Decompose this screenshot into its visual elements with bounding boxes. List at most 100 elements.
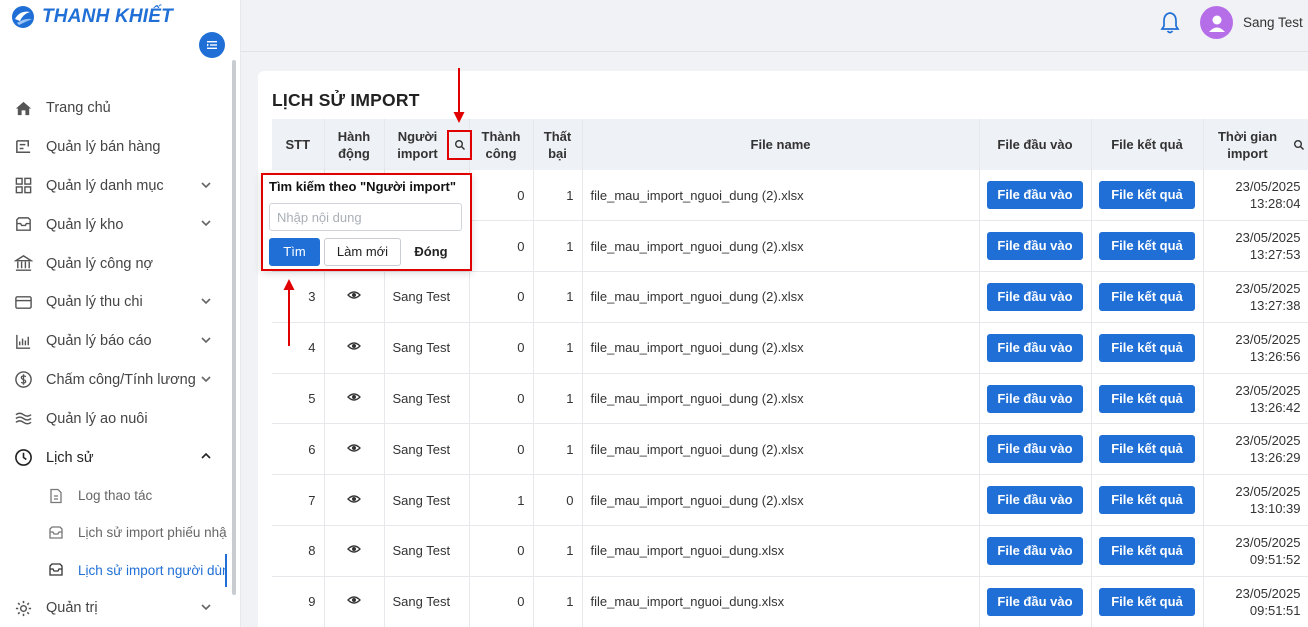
bell-icon[interactable] [1159,11,1181,35]
filter-search-input[interactable] [269,203,462,231]
cell-failed: 1 [533,373,583,425]
sidebar-item-warehouse[interactable]: Quản lý kho [0,205,240,244]
col-action: Hành động [324,119,385,170]
input-file-button[interactable]: File đầu vào [987,536,1083,565]
cell-import-time: 23/05/2025 13:26:29 [1203,423,1308,476]
sidebar-item-home[interactable]: Trang chủ [0,89,240,128]
sidebar-item-label: Quản trị [46,600,98,617]
chevron-down-icon [201,298,211,305]
sidebar-item-debt[interactable]: Quản lý công nợ [0,244,240,283]
result-file-button[interactable]: File kết quả [1099,181,1195,210]
sidebar-subitem-action-log[interactable]: Log thao tác [0,477,240,514]
sidebar-item-cashflow[interactable]: Quản lý thu chi [0,283,240,322]
result-file-button[interactable]: File kết quả [1099,232,1195,261]
input-file-button[interactable]: File đầu vào [987,384,1083,413]
cell-failed: 1 [533,525,583,577]
sidebar-collapse-button[interactable] [199,32,225,58]
annotation-arrow-up [283,279,295,346]
cell-result-file: File kết quả [1091,373,1204,425]
result-file-button[interactable]: File kết quả [1099,384,1195,413]
content-card: LỊCH SỬ IMPORT STT Hành động Người import … [258,71,1308,627]
input-file-button[interactable]: File đầu vào [987,333,1083,362]
eye-icon[interactable] [347,492,361,506]
result-file-button[interactable]: File kết quả [1099,587,1195,616]
logo-icon [12,6,34,28]
input-file-button[interactable]: File đầu vào [987,587,1083,616]
chevron-down-icon [201,182,211,188]
cell-input-file: File đầu vào [979,474,1092,527]
cell-file-name: file_mau_import_nguoi_dung.xlsx [582,576,980,627]
input-file-button[interactable]: File đầu vào [987,232,1083,261]
sidebar-item-label: Quản lý thu chi [46,294,143,311]
bank-icon [13,255,33,271]
sidebar-item-reports[interactable]: Quản lý báo cáo [0,322,240,361]
top-header: Sang Test [241,0,1308,52]
col-failed: Thất bại [533,119,583,170]
cell-file-name: file_mau_import_nguoi_dung (2).xlsx [582,474,980,527]
table-row: 5 Sang Test 0 1 file_mau_import_nguoi_dung (… [272,373,1308,425]
input-file-button[interactable]: File đầu vào [987,486,1083,515]
sidebar-item-catalog[interactable]: Quản lý danh mục [0,167,240,206]
eye-icon[interactable] [347,593,361,607]
cell-success: 0 [469,170,534,222]
sidebar-subitem-import-receipts[interactable]: Lịch sử import phiếu nhậ [0,514,240,551]
cell-success: 0 [469,373,534,425]
cell-importer: Sang Test [384,525,470,577]
result-file-button[interactable]: File kết quả [1099,282,1195,311]
cell-failed: 1 [533,576,583,627]
cell-importer: Sang Test [384,576,470,627]
sidebar-subitem-import-users[interactable]: Lịch sử import người dùr [0,552,240,589]
eye-icon[interactable] [347,339,361,353]
filter-close-button[interactable]: Đóng [405,238,457,266]
sidebar-subitem-label: Lịch sử import người dùr [78,562,227,578]
input-file-button[interactable]: File đầu vào [987,435,1083,464]
cell-stt: 5 [272,373,325,425]
username[interactable]: Sang Test [1243,15,1303,30]
cell-input-file: File đầu vào [979,170,1092,222]
cell-file-name: file_mau_import_nguoi_dung (2).xlsx [582,220,980,273]
chevron-down-icon [201,604,211,610]
col-result-file: File kết quả [1091,119,1204,170]
cell-result-file: File kết quả [1091,271,1204,323]
eye-icon[interactable] [347,288,361,302]
eye-icon[interactable] [347,542,361,556]
eye-icon[interactable] [347,390,361,404]
filter-reset-button[interactable]: Làm mới [324,238,401,266]
search-icon[interactable] [1293,139,1305,151]
user-icon [1208,15,1225,32]
chevron-down-icon [201,220,211,227]
cell-action [324,322,385,374]
avatar[interactable] [1200,6,1233,39]
sidebar-item-sales[interactable]: Quản lý bán hàng [0,128,240,167]
cell-input-file: File đầu vào [979,423,1092,476]
result-file-button[interactable]: File kết quả [1099,536,1195,565]
eye-icon[interactable] [347,441,361,455]
cell-stt: 3 [272,271,325,323]
cell-import-time: 23/05/2025 09:51:52 [1203,525,1308,577]
input-file-button[interactable]: File đầu vào [987,282,1083,311]
cell-success: 0 [469,271,534,323]
result-file-button[interactable]: File kết quả [1099,435,1195,464]
filter-search-button[interactable]: Tìm [269,238,320,266]
cell-success: 1 [469,474,534,527]
sidebar-item-payroll[interactable]: Chấm công/Tính lương [0,361,240,400]
brand-logo[interactable]: THANH KHIẾT [10,4,173,30]
input-file-button[interactable]: File đầu vào [987,181,1083,210]
table-row: 8 Sang Test 0 1 file_mau_import_nguoi_dung.x… [272,525,1308,577]
sidebar-item-ponds[interactable]: Quản lý ao nuôi [0,399,240,438]
cell-result-file: File kết quả [1091,170,1204,222]
sidebar-item-label: Quản lý báo cáo [46,333,152,350]
sidebar-scrollbar[interactable] [232,60,236,595]
cell-import-time: 23/05/2025 13:26:56 [1203,322,1308,374]
sidebar-item-history[interactable]: Lịch sử [0,438,240,477]
menu-collapse-icon [207,41,217,49]
chart-icon [15,334,30,349]
cell-input-file: File đầu vào [979,525,1092,577]
result-file-button[interactable]: File kết quả [1099,486,1195,515]
home-icon [15,101,31,116]
sidebar-item-admin[interactable]: Quản trị [0,589,240,627]
result-file-button[interactable]: File kết quả [1099,333,1195,362]
table-row: 3 Sang Test 0 1 file_mau_import_nguoi_dung (… [272,271,1308,323]
filter-popup-title: Tìm kiếm theo "Người import" [269,179,456,194]
chevron-down-icon [201,376,211,382]
